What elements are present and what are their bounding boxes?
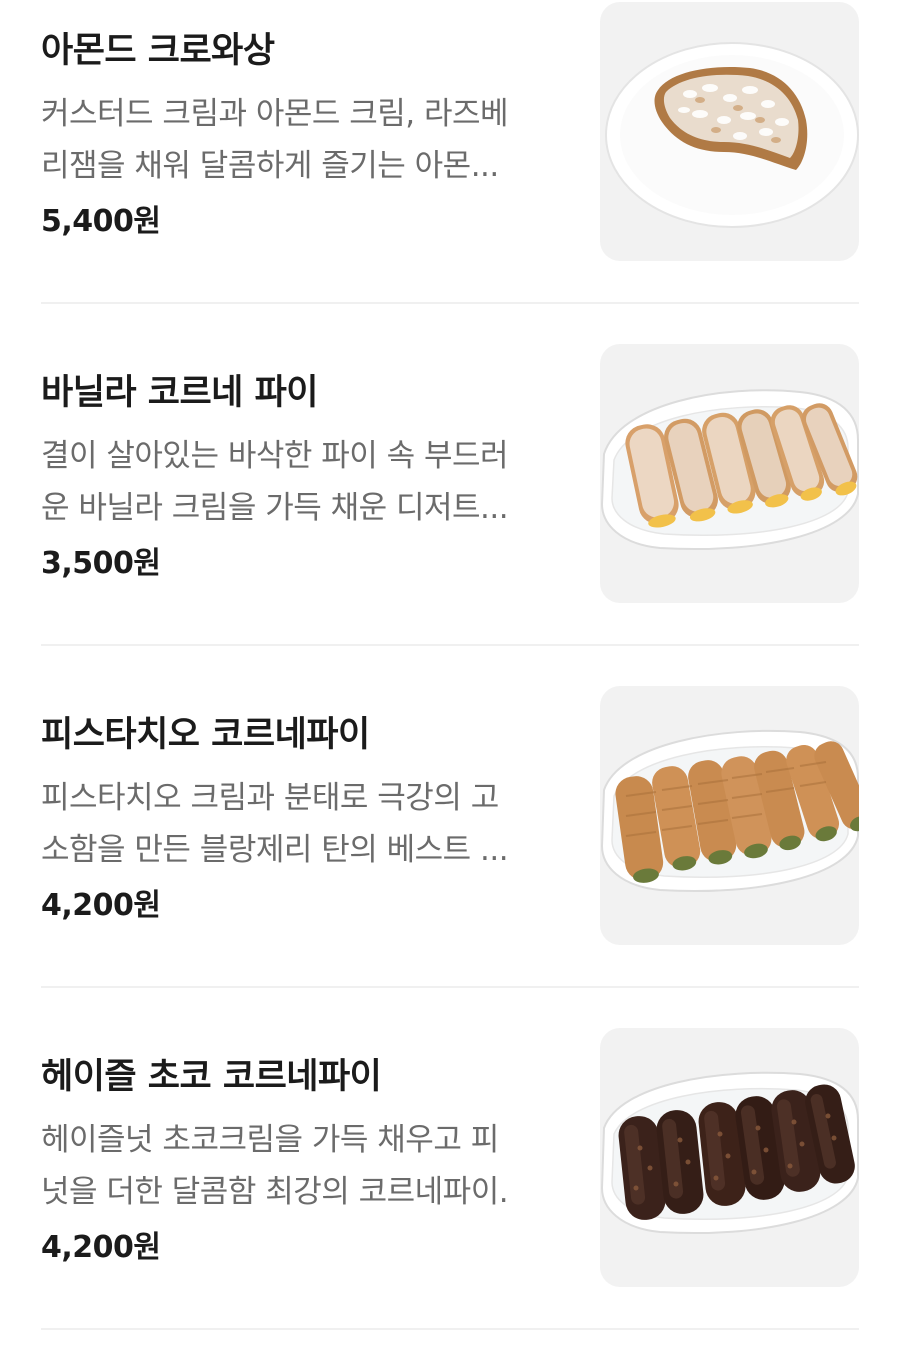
menu-item-thumbnail[interactable] [600, 2, 859, 261]
menu-item-price: 4,200원 [41, 888, 161, 923]
almond-croissant-image [605, 42, 859, 228]
menu-item-description-line: 헤이즐넛 초코크림을 가득 채우고 피 [41, 1122, 499, 1158]
menu-item-title: 바닐라 코르네 파이 [41, 373, 318, 413]
divider [41, 1328, 859, 1330]
menu-list: 아몬드 크로와상 커스터드 크림과 아몬드 크림, 라즈베 리잼을 채워 달콤하… [0, 0, 900, 1368]
menu-item-description-line: 넛을 더한 달콤함 최강의 코르네파이. [41, 1174, 509, 1210]
menu-item-description: 커스터드 크림과 아몬드 크림, 라즈베 리잼을 채워 달콤하게 즐기는 아몬.… [41, 88, 561, 192]
menu-item-almond-croissant[interactable]: 아몬드 크로와상 커스터드 크림과 아몬드 크림, 라즈베 리잼을 채워 달콤하… [0, 0, 900, 342]
menu-item-description: 헤이즐넛 초코크림을 가득 채우고 피 넛을 더한 달콤함 최강의 코르네파이. [41, 1114, 561, 1218]
menu-item-title: 피스타치오 코르네파이 [41, 715, 370, 755]
menu-item-description-line: 리잼을 채워 달콤하게 즐기는 아몬... [41, 148, 499, 184]
hazel-choco-cornet-pie-image [600, 1071, 859, 1235]
menu-item-pistachio-cornet-pie[interactable]: 피스타치오 코르네파이 피스타치오 크림과 분태로 극강의 고 소함을 만든 블… [0, 684, 900, 1026]
menu-item-vanilla-cornet-pie[interactable]: 바닐라 코르네 파이 결이 살아있는 바삭한 파이 속 부드러 운 바닐라 크림… [0, 342, 900, 684]
divider [41, 302, 859, 304]
menu-item-description-line: 운 바닐라 크림을 가득 채운 디저트... [41, 490, 509, 526]
menu-item-title: 아몬드 크로와상 [41, 31, 275, 71]
menu-item-hazel-choco-cornet-pie[interactable]: 헤이즐 초코 코르네파이 헤이즐넛 초코크림을 가득 채우고 피 넛을 더한 달… [0, 1026, 900, 1368]
menu-item-description: 피스타치오 크림과 분태로 극강의 고 소함을 만든 블랑제리 탄의 베스트 .… [41, 772, 561, 876]
menu-item-description-line: 소함을 만든 블랑제리 탄의 베스트 ... [41, 832, 509, 868]
menu-item-description-line: 피스타치오 크림과 분태로 극강의 고 [41, 780, 499, 816]
menu-item-thumbnail[interactable] [600, 686, 859, 945]
menu-item-description-line: 커스터드 크림과 아몬드 크림, 라즈베 [41, 96, 509, 132]
menu-item-price: 4,200원 [41, 1230, 161, 1265]
menu-item-thumbnail[interactable] [600, 344, 859, 603]
menu-item-thumbnail[interactable] [600, 1028, 859, 1287]
menu-item-title: 헤이즐 초코 코르네파이 [41, 1057, 382, 1097]
menu-item-price: 5,400원 [41, 204, 161, 239]
menu-item-price: 3,500원 [41, 546, 161, 581]
pistachio-cornet-pie-image [600, 729, 859, 893]
vanilla-cornet-pie-image [600, 389, 859, 551]
divider [41, 986, 859, 988]
divider [41, 644, 859, 646]
menu-item-description: 결이 살아있는 바삭한 파이 속 부드러 운 바닐라 크림을 가득 채운 디저트… [41, 430, 561, 534]
menu-item-description-line: 결이 살아있는 바삭한 파이 속 부드러 [41, 438, 509, 474]
